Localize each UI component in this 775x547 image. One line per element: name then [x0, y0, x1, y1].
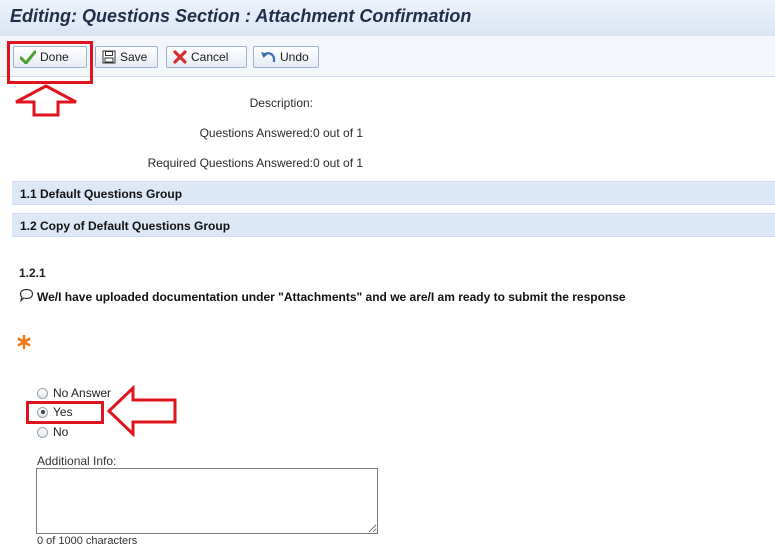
option-no-label: No: [53, 425, 69, 439]
additional-info-textarea[interactable]: [36, 468, 378, 534]
question-text: We/I have uploaded documentation under "…: [37, 289, 626, 304]
title-bar: Editing: Questions Section : Attachment …: [0, 0, 775, 37]
radio-button[interactable]: [37, 387, 48, 399]
save-button-label: Save: [120, 50, 148, 64]
floppy-disk-icon: [102, 50, 116, 64]
questions-answered-label: Questions Answered:: [199, 126, 313, 140]
undo-button-label: Undo: [280, 50, 309, 64]
description-label: Description:: [249, 96, 313, 110]
undo-button[interactable]: Undo: [253, 46, 319, 68]
arrow-left-annotation-icon: [106, 385, 177, 437]
option-no-answer[interactable]: No Answer: [37, 386, 111, 400]
group-1-1-header[interactable]: 1.1 Default Questions Group: [12, 181, 775, 205]
questions-answered-value: 0 out of 1: [313, 126, 364, 140]
option-no[interactable]: No: [37, 425, 68, 439]
group-1-2-header[interactable]: 1.2 Copy of Default Questions Group: [12, 213, 775, 237]
option-no-answer-label: No Answer: [53, 386, 112, 400]
question-number: 1.2.1: [19, 266, 46, 280]
required-answered-label: Required Questions Answered:: [147, 156, 313, 170]
page-title: Editing: Questions Section : Attachment …: [10, 6, 472, 26]
undo-arrow-icon: [260, 50, 276, 64]
cancel-button-label: Cancel: [191, 50, 229, 64]
done-button-label: Done: [40, 50, 69, 64]
character-count: 0 of 1000 characters: [37, 535, 138, 547]
radio-button[interactable]: [37, 426, 48, 438]
checkmark-icon: [20, 50, 36, 64]
radio-button-selected[interactable]: [37, 406, 48, 418]
option-yes[interactable]: Yes: [37, 405, 73, 419]
required-answered-value: 0 out of 1: [313, 156, 364, 170]
option-yes-label: Yes: [53, 405, 73, 419]
speech-bubble-icon[interactable]: [19, 288, 34, 305]
done-button[interactable]: Done: [13, 46, 87, 68]
arrow-up-annotation-icon: [15, 84, 77, 117]
cancel-button[interactable]: Cancel: [166, 46, 247, 68]
save-button[interactable]: Save: [95, 46, 158, 68]
toolbar: Done Save Cancel Undo: [0, 36, 775, 77]
required-asterisk-icon: [17, 335, 31, 349]
question-text-row: We/I have uploaded documentation under "…: [19, 288, 626, 305]
red-x-icon: [173, 50, 187, 64]
additional-info-label: Additional Info:: [37, 454, 117, 468]
